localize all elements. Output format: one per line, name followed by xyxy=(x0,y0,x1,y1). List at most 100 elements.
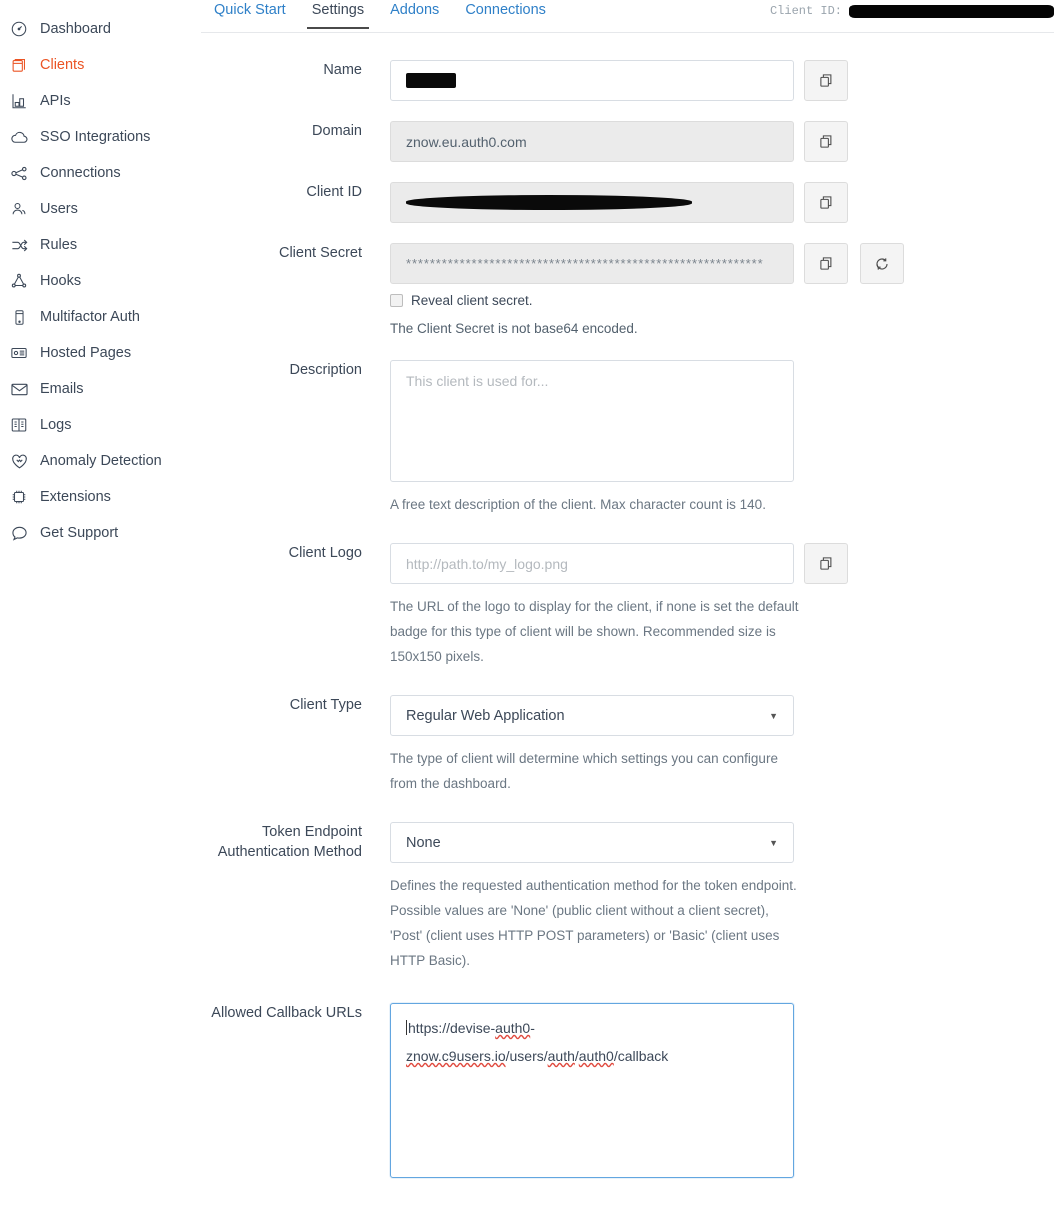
tab-divider xyxy=(201,32,1054,33)
sidebar-item-hosted-pages[interactable]: Hosted Pages xyxy=(0,335,190,371)
sidebar-item-anomaly-detection[interactable]: Anomaly Detection xyxy=(0,443,190,479)
auth0-client-settings-page: Dashboard Clients APIs SSO Integrations … xyxy=(0,0,1054,1209)
name-copy-button[interactable] xyxy=(804,60,848,101)
sidebar-item-multifactor-auth[interactable]: Multifactor Auth xyxy=(0,299,190,335)
token-endpoint-auth-method-label: Token Endpoint Authentication Method xyxy=(190,822,390,973)
sidebar-item-get-support[interactable]: Get Support xyxy=(0,515,190,551)
name-label: Name xyxy=(323,62,362,78)
name-input[interactable] xyxy=(390,60,794,101)
chevron-down-icon: ▼ xyxy=(769,837,778,848)
sidebar-item-hooks[interactable]: Hooks xyxy=(0,263,190,299)
allowed-callback-urls-label: Allowed Callback URLs xyxy=(211,1005,362,1021)
envelope-icon xyxy=(8,378,30,400)
settings-form: Name Domain znow.eu.auth0.com Client ID … xyxy=(190,60,1054,1178)
sidebar-item-label: Connections xyxy=(40,164,121,181)
domain-label: Domain xyxy=(312,123,362,139)
sidebar-item-label: Multifactor Auth xyxy=(40,308,140,325)
sidebar-item-extensions[interactable]: Extensions xyxy=(0,479,190,515)
token-endpoint-auth-method-control: None ▼ Defines the requested authenticat… xyxy=(390,822,1054,973)
sidebar-item-label: Get Support xyxy=(40,524,119,541)
client-type-control: Regular Web Application ▼ The type of cl… xyxy=(390,695,1054,796)
client-id-copy-button[interactable] xyxy=(804,182,848,223)
tab-bar: Quick Start Settings Addons Connections … xyxy=(190,0,1054,34)
mobile-icon xyxy=(8,306,30,328)
domain-input: znow.eu.auth0.com xyxy=(390,121,794,162)
sidebar-item-label: Hosted Pages xyxy=(40,344,132,361)
sidebar-item-sso-integrations[interactable]: SSO Integrations xyxy=(0,119,190,155)
sidebar-item-connections[interactable]: Connections xyxy=(0,155,190,191)
sidebar-item-emails[interactable]: Emails xyxy=(0,371,190,407)
client-logo-copy-button[interactable] xyxy=(804,543,848,584)
tab-addons[interactable]: Addons xyxy=(377,0,452,29)
sidebar-item-label: Clients xyxy=(40,56,85,73)
client-secret-control: ****************************************… xyxy=(390,243,1054,336)
sidebar-item-label: SSO Integrations xyxy=(40,128,151,145)
connections-icon xyxy=(8,162,30,184)
tab-settings[interactable]: Settings xyxy=(299,0,377,30)
sidebar-item-label: Dashboard xyxy=(40,20,111,37)
field-row-domain: Domain znow.eu.auth0.com xyxy=(190,121,1054,162)
client-logo-input[interactable]: http://path.to/my_logo.png xyxy=(390,543,794,584)
allowed-callback-urls-value: https://devise-auth0-znow.c9users.io/use… xyxy=(406,1020,669,1064)
sidebar-item-label: Logs xyxy=(40,416,72,433)
sidebar-item-logs[interactable]: Logs xyxy=(0,407,190,443)
header-client-id-redaction xyxy=(849,4,1054,18)
field-row-client-logo: Client Logo http://path.to/my_logo.png T… xyxy=(190,543,1054,669)
domain-copy-button[interactable] xyxy=(804,121,848,162)
sidebar-item-label: Rules xyxy=(40,236,78,253)
sidebar-item-clients[interactable]: Clients xyxy=(0,47,190,83)
reveal-client-secret-label: Reveal client secret. xyxy=(411,293,533,308)
description-help-text: A free text description of the client. M… xyxy=(390,497,766,512)
chevron-down-icon: ▼ xyxy=(769,710,778,721)
client-logo-help-text: The URL of the logo to display for the c… xyxy=(390,599,799,664)
sidebar-item-label: Anomaly Detection xyxy=(40,452,162,469)
users-icon xyxy=(8,198,30,220)
field-row-client-type: Client Type Regular Web Application ▼ Th… xyxy=(190,695,1054,796)
sidebar-item-rules[interactable]: Rules xyxy=(0,227,190,263)
cloud-icon xyxy=(8,126,30,148)
logs-icon xyxy=(8,414,30,436)
client-type-select[interactable]: Regular Web Application ▼ xyxy=(390,695,794,736)
field-row-token-endpoint-auth-method: Token Endpoint Authentication Method Non… xyxy=(190,822,1054,973)
rules-icon xyxy=(8,234,30,256)
name-value-redaction xyxy=(406,73,456,88)
token-endpoint-auth-method-select[interactable]: None ▼ xyxy=(390,822,794,863)
field-row-client-secret: Client Secret **************************… xyxy=(190,243,1054,336)
domain-control: znow.eu.auth0.com xyxy=(390,121,1054,162)
field-row-allowed-callback-urls: Allowed Callback URLs https://devise-aut… xyxy=(190,1003,1054,1178)
heart-shield-icon xyxy=(8,450,30,472)
tab-connections[interactable]: Connections xyxy=(452,0,559,29)
client-type-value: Regular Web Application xyxy=(406,707,565,724)
field-row-client-id: Client ID xyxy=(190,182,1054,223)
gauge-icon xyxy=(8,18,30,40)
description-label: Description xyxy=(289,362,362,378)
client-logo-label: Client Logo xyxy=(288,545,362,561)
reveal-client-secret-row[interactable]: Reveal client secret. xyxy=(390,293,1054,308)
description-textarea[interactable]: This client is used for... xyxy=(390,360,794,482)
allowed-callback-urls-textarea[interactable]: https://devise-auth0-znow.c9users.io/use… xyxy=(390,1003,794,1178)
reveal-client-secret-checkbox[interactable] xyxy=(390,294,403,307)
client-secret-copy-button[interactable] xyxy=(804,243,848,284)
tab-quick-start[interactable]: Quick Start xyxy=(201,0,299,29)
sidebar-item-users[interactable]: Users xyxy=(0,191,190,227)
sidebar-item-label: Emails xyxy=(40,380,84,397)
client-id-control xyxy=(390,182,1054,223)
sidebar-item-label: Hooks xyxy=(40,272,82,289)
client-secret-note: The Client Secret is not base64 encoded. xyxy=(390,321,638,336)
header-client-id-label: Client ID: xyxy=(769,4,842,18)
client-secret-input[interactable]: ****************************************… xyxy=(390,243,794,284)
description-control: This client is used for... A free text d… xyxy=(390,360,1054,517)
client-secret-rotate-button[interactable] xyxy=(860,243,904,284)
name-control xyxy=(390,60,1054,101)
hooks-icon xyxy=(8,270,30,292)
field-row-name: Name xyxy=(190,60,1054,101)
sidebar-item-apis[interactable]: APIs xyxy=(0,83,190,119)
token-endpoint-auth-method-value: None xyxy=(406,834,441,851)
sidebar-item-label: APIs xyxy=(40,92,71,109)
tab-list: Quick Start Settings Addons Connections xyxy=(201,0,559,34)
client-secret-masked-value: ****************************************… xyxy=(406,256,764,271)
client-id-label: Client ID xyxy=(306,184,362,200)
sidebar-item-dashboard[interactable]: Dashboard xyxy=(0,11,190,47)
speech-bubble-icon xyxy=(8,522,30,544)
chip-icon xyxy=(8,486,30,508)
